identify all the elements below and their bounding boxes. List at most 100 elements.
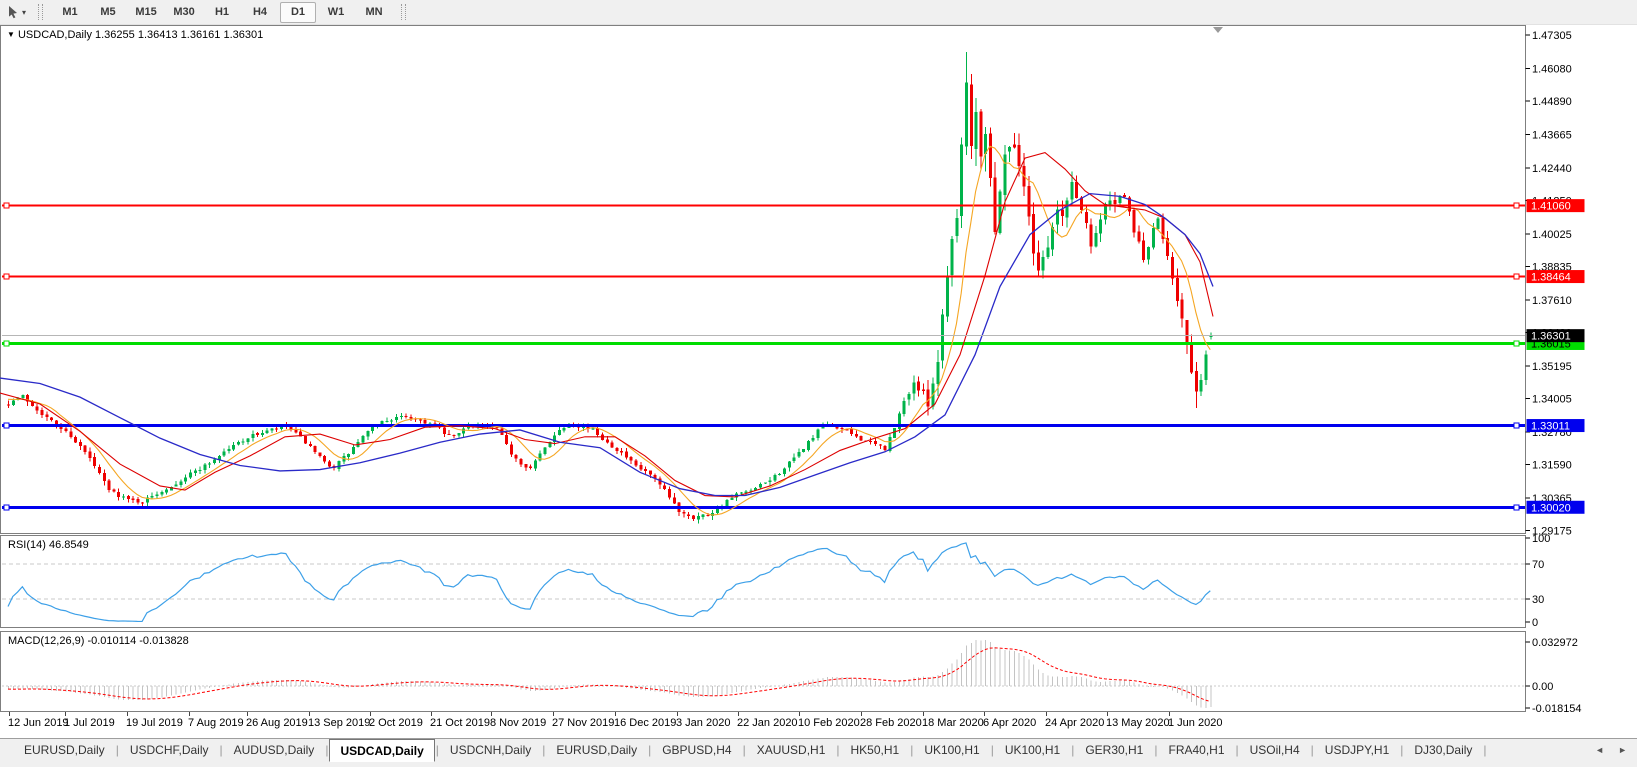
timeframe-button-W1[interactable]: W1 bbox=[318, 2, 354, 23]
date-tick bbox=[615, 712, 616, 716]
timeframe-button-MN[interactable]: MN bbox=[356, 2, 392, 23]
chart-tab-AUDUSD-Daily[interactable]: AUDUSD,Daily bbox=[224, 739, 325, 760]
date-tick bbox=[677, 712, 678, 716]
date-tick bbox=[923, 712, 924, 716]
chart-canvas[interactable]: 1.473051.460801.448901.436651.424401.412… bbox=[0, 24, 1637, 713]
hline-handle bbox=[1513, 504, 1520, 511]
date-axis[interactable]: 12 Jun 2019 1 Jul 2019 19 Jul 2019 7 Aug 20… bbox=[0, 712, 1637, 738]
chart-tab-USOil-H4[interactable]: USOil,H4 bbox=[1240, 739, 1310, 760]
chart-tab-USDCNH-Daily[interactable]: USDCNH,Daily bbox=[440, 739, 541, 760]
hline-handle bbox=[1513, 340, 1520, 347]
tab-scroll-arrows: ◄ ► bbox=[1595, 745, 1627, 755]
timeframe-button-H4[interactable]: H4 bbox=[242, 2, 278, 23]
date-tick bbox=[127, 712, 128, 716]
date-label: 10 Feb 2020 bbox=[798, 717, 860, 729]
timeframe-button-D1[interactable]: D1 bbox=[280, 1, 317, 23]
chart-tab-USDCAD-Daily[interactable]: USDCAD,Daily bbox=[329, 739, 435, 762]
toolbar: ▾ M1 M5 M15 M30 H1 H4 D1 W1 MN bbox=[0, 0, 1637, 25]
rsi-axis-label: 0 bbox=[1532, 617, 1538, 629]
rsi-axis-label: 30 bbox=[1532, 594, 1544, 606]
rsi-line bbox=[7, 542, 1211, 623]
date-label: 18 Mar 2020 bbox=[922, 717, 984, 729]
date-label: 1 Jun 2020 bbox=[1168, 717, 1223, 729]
price-axis-label: 1.37610 bbox=[1532, 295, 1572, 307]
chart-title-symbol: USDCAD,Daily bbox=[17, 29, 92, 41]
hline-handle bbox=[3, 273, 10, 280]
tab-scroll-left-icon[interactable]: ◄ bbox=[1595, 745, 1604, 755]
hline-handle bbox=[3, 504, 10, 511]
hline-handle bbox=[3, 422, 10, 429]
timeframe-button-M5[interactable]: M5 bbox=[90, 2, 126, 23]
date-tick bbox=[491, 712, 492, 716]
tab-separator: | bbox=[1483, 743, 1487, 757]
level-1.38464-tag-label: 1.38464 bbox=[1531, 272, 1571, 284]
price-axis-label: 1.31590 bbox=[1532, 459, 1572, 471]
date-tick bbox=[65, 712, 66, 716]
chart-tab-bar: EURUSD,Daily | USDCHF,Daily | AUDUSD,Daily | U… bbox=[0, 738, 1637, 767]
rsi-axis-label: 100 bbox=[1532, 533, 1550, 545]
rsi-indicator-label: RSI(14) 46.8549 bbox=[8, 539, 89, 551]
timeframe-button-H1[interactable]: H1 bbox=[204, 2, 240, 23]
chart-tab-XAUUSD-H1[interactable]: XAUUSD,H1 bbox=[747, 739, 836, 760]
timeframe-button-M30[interactable]: M30 bbox=[166, 2, 202, 23]
chart-tab-USDCHF-Daily[interactable]: USDCHF,Daily bbox=[120, 739, 219, 760]
macd-axis-label: 0.032972 bbox=[1532, 637, 1578, 649]
hline-handle bbox=[1513, 202, 1520, 209]
chart-title: ▼ USDCAD,Daily 1.36255 1.36413 1.36161 1… bbox=[7, 29, 263, 41]
mt4-window: ▾ M1 M5 M15 M30 H1 H4 D1 W1 MN 1.47305 1.46080 1.4… bbox=[0, 0, 1637, 767]
date-tick bbox=[431, 712, 432, 716]
date-tick bbox=[553, 712, 554, 716]
chart-tab-EURUSD-Daily[interactable]: EURUSD,Daily bbox=[546, 739, 647, 760]
date-label: 26 Aug 2019 bbox=[246, 717, 308, 729]
toolbar-grip bbox=[38, 4, 44, 20]
price-axis-label: 1.47305 bbox=[1532, 30, 1572, 42]
date-tick bbox=[799, 712, 800, 716]
collapse-arrow-icon[interactable]: ▼ bbox=[7, 30, 15, 39]
level-1.33011-tag-label: 1.33011 bbox=[1531, 421, 1570, 433]
toolbar-dropdown-caret[interactable]: ▾ bbox=[22, 8, 30, 17]
hline-handle bbox=[1513, 273, 1520, 280]
rsi-axis-label: 70 bbox=[1532, 559, 1544, 571]
date-tick bbox=[247, 712, 248, 716]
price-axis-label: 1.43665 bbox=[1532, 129, 1572, 141]
chart-tab-DJ30-Daily[interactable]: DJ30,Daily bbox=[1404, 739, 1482, 760]
tab-scroll-right-icon[interactable]: ► bbox=[1618, 745, 1627, 755]
toolbar-grip-2 bbox=[401, 4, 407, 20]
date-tick bbox=[861, 712, 862, 716]
price-axis-label: 1.42440 bbox=[1532, 163, 1572, 175]
price-axis-label: 1.46080 bbox=[1532, 63, 1572, 75]
chart-tab-GER30-H1[interactable]: GER30,H1 bbox=[1075, 739, 1153, 760]
date-label: 24 Apr 2020 bbox=[1045, 717, 1105, 729]
date-tick bbox=[738, 712, 739, 716]
date-label: 27 Nov 2019 bbox=[552, 717, 615, 729]
macd-signal-line bbox=[7, 647, 1211, 702]
date-tick bbox=[9, 712, 10, 716]
cursor-tool-icon[interactable] bbox=[4, 3, 22, 21]
chart-tab-GBPUSD-H4[interactable]: GBPUSD,H4 bbox=[652, 739, 741, 760]
date-label: 13 May 2020 bbox=[1106, 717, 1170, 729]
date-tick bbox=[309, 712, 310, 716]
date-tick bbox=[1169, 712, 1170, 716]
timeframe-button-M15[interactable]: M15 bbox=[128, 2, 164, 23]
date-label: 16 Dec 2019 bbox=[614, 717, 677, 729]
price-axis-label: 1.40025 bbox=[1532, 229, 1572, 241]
chart-tab-HK50-H1[interactable]: HK50,H1 bbox=[841, 739, 910, 760]
date-label: 2 Oct 2019 bbox=[369, 717, 423, 729]
chart-tab-FRA40-H1[interactable]: FRA40,H1 bbox=[1158, 739, 1234, 760]
date-label: 28 Feb 2020 bbox=[860, 717, 922, 729]
date-label: 8 Nov 2019 bbox=[490, 717, 547, 729]
date-label: 3 Jan 2020 bbox=[676, 717, 731, 729]
chart-tab-UK100-H1[interactable]: UK100,H1 bbox=[914, 739, 989, 760]
chart-title-ohlc: 1.36255 1.36413 1.36161 1.36301 bbox=[91, 29, 264, 41]
chart-tab-EURUSD-Daily[interactable]: EURUSD,Daily bbox=[14, 739, 115, 760]
date-label: 12 Jun 2019 bbox=[8, 717, 69, 729]
date-tick bbox=[189, 712, 190, 716]
chart-tab-UK100-H1[interactable]: UK100,H1 bbox=[995, 739, 1070, 760]
date-label: 6 Apr 2020 bbox=[983, 717, 1037, 729]
chart-tab-USDJPY-H1[interactable]: USDJPY,H1 bbox=[1315, 739, 1399, 760]
price-axis-label: 1.34005 bbox=[1532, 393, 1572, 405]
date-tick bbox=[1046, 712, 1047, 716]
chart-shift-marker-icon bbox=[1213, 27, 1223, 33]
level-1.30020-tag-label: 1.30020 bbox=[1531, 502, 1571, 514]
timeframe-button-M1[interactable]: M1 bbox=[52, 2, 88, 23]
